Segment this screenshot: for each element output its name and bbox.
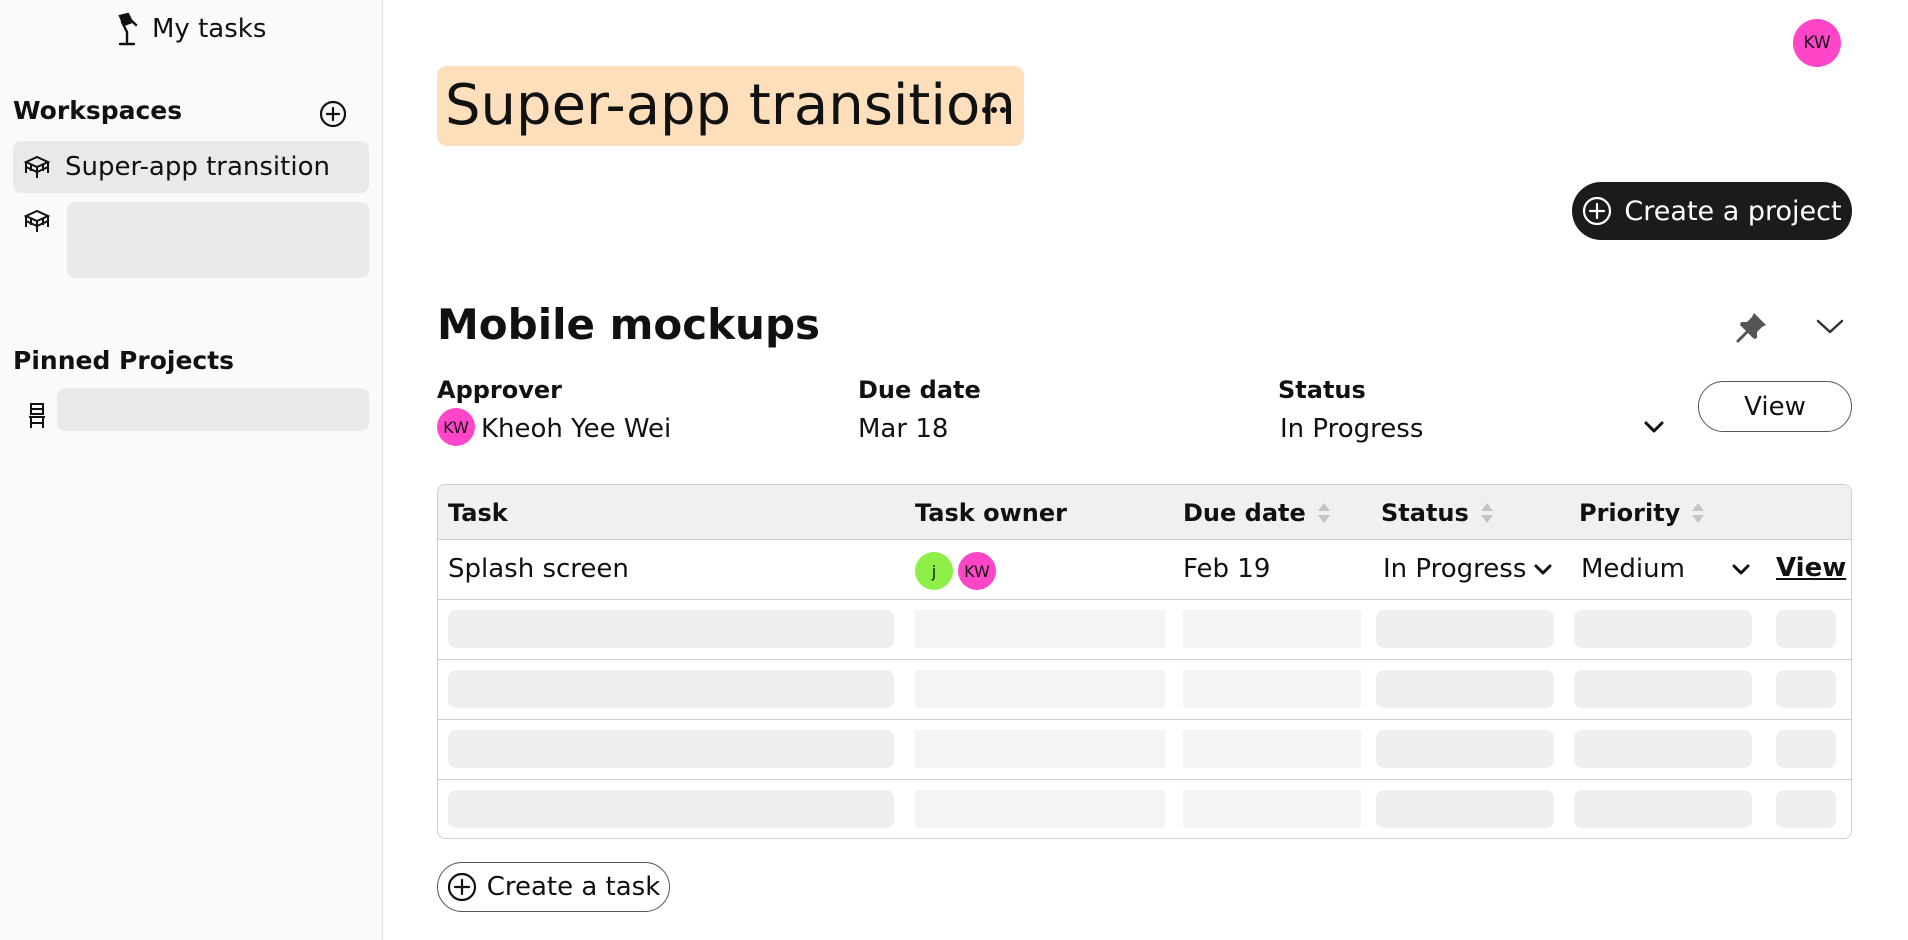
task-name[interactable]: Splash screen bbox=[448, 554, 629, 584]
skeleton-cell bbox=[1183, 610, 1361, 648]
ellipsis-icon[interactable] bbox=[980, 100, 1008, 120]
skeleton-cell bbox=[1183, 730, 1361, 768]
table-row-loading bbox=[438, 780, 1851, 838]
skeleton-cell bbox=[915, 610, 1165, 648]
column-due-date[interactable]: Due date bbox=[1183, 499, 1332, 527]
chevron-down-icon[interactable] bbox=[1814, 314, 1846, 338]
skeleton-cell bbox=[1574, 610, 1752, 648]
sort-icon[interactable] bbox=[1479, 500, 1495, 526]
column-status[interactable]: Status bbox=[1381, 499, 1495, 527]
skeleton-cell bbox=[1574, 730, 1752, 768]
sidebar: My tasks Workspaces Super-app transition… bbox=[0, 0, 383, 940]
plus-circle-icon[interactable] bbox=[319, 100, 347, 128]
skeleton-cell bbox=[915, 790, 1165, 828]
user-avatar[interactable]: KW bbox=[1793, 19, 1841, 67]
skeleton-cell bbox=[1376, 610, 1554, 648]
column-priority[interactable]: Priority bbox=[1579, 499, 1706, 527]
skeleton-cell bbox=[1376, 670, 1554, 708]
owner-avatar: KW bbox=[958, 552, 996, 590]
column-label: Due date bbox=[1183, 499, 1306, 527]
create-project-label: Create a project bbox=[1624, 195, 1842, 227]
sort-icon[interactable] bbox=[1316, 500, 1332, 526]
chair-icon bbox=[29, 403, 45, 428]
column-task-owner: Task owner bbox=[915, 499, 1067, 527]
skeleton-cell bbox=[1376, 790, 1554, 828]
skeleton-cell bbox=[1183, 670, 1361, 708]
skeleton-cell bbox=[448, 730, 894, 768]
skeleton-cell bbox=[448, 670, 894, 708]
skeleton-cell bbox=[1776, 790, 1836, 828]
task-priority-select[interactable]: Medium bbox=[1581, 554, 1685, 584]
view-project-button[interactable]: View bbox=[1698, 381, 1852, 432]
pinned-item-loading bbox=[57, 388, 369, 431]
skeleton-cell bbox=[448, 610, 894, 648]
skeleton-cell bbox=[1183, 790, 1361, 828]
table-row-loading bbox=[438, 720, 1851, 780]
status-label: Status bbox=[1278, 376, 1366, 404]
desk-icon bbox=[23, 209, 51, 232]
table-row-loading bbox=[438, 660, 1851, 720]
task-status-select[interactable]: In Progress bbox=[1383, 554, 1526, 584]
sidebar-item-super-app-transition[interactable]: Super-app transition bbox=[13, 141, 369, 193]
pin-icon[interactable] bbox=[1735, 310, 1769, 344]
sidebar-item-loading bbox=[67, 202, 369, 278]
skeleton-cell bbox=[1776, 610, 1836, 648]
table-header: Task Task owner Due date Status Priority bbox=[438, 485, 1851, 540]
status-select[interactable]: In Progress bbox=[1280, 414, 1423, 444]
approver-avatar: KW bbox=[437, 408, 475, 446]
create-task-button[interactable]: Create a task bbox=[437, 862, 670, 912]
chevron-down-icon[interactable] bbox=[1641, 418, 1667, 436]
table-row-loading bbox=[438, 600, 1851, 660]
skeleton-cell bbox=[1574, 790, 1752, 828]
column-label: Task owner bbox=[915, 499, 1067, 527]
task-table: Task Task owner Due date Status Priority… bbox=[437, 484, 1852, 839]
create-task-label: Create a task bbox=[486, 872, 661, 902]
approver-name: Kheoh Yee Wei bbox=[481, 414, 672, 444]
pinned-projects-heading: Pinned Projects bbox=[13, 346, 235, 375]
skeleton-cell bbox=[1776, 670, 1836, 708]
sort-icon[interactable] bbox=[1690, 500, 1706, 526]
chevron-down-icon[interactable] bbox=[1730, 562, 1752, 578]
column-label: Status bbox=[1381, 499, 1469, 527]
due-date-label: Due date bbox=[858, 376, 981, 404]
project-title: Mobile mockups bbox=[437, 300, 821, 349]
plus-circle-icon bbox=[447, 872, 476, 902]
column-label: Task bbox=[448, 499, 508, 527]
skeleton-cell bbox=[1574, 670, 1752, 708]
column-task: Task bbox=[448, 499, 508, 527]
skeleton-cell bbox=[915, 730, 1165, 768]
desk-lamp-icon bbox=[118, 12, 138, 46]
chevron-down-icon[interactable] bbox=[1532, 562, 1554, 578]
sidebar-item-label: Super-app transition bbox=[65, 152, 330, 182]
desk-icon bbox=[23, 155, 51, 178]
skeleton-cell bbox=[915, 670, 1165, 708]
workspaces-heading: Workspaces bbox=[13, 96, 183, 125]
column-label: Priority bbox=[1579, 499, 1681, 527]
skeleton-cell bbox=[1776, 730, 1836, 768]
view-task-link[interactable]: View bbox=[1776, 553, 1846, 583]
my-tasks-label: My tasks bbox=[152, 14, 267, 44]
due-date-value[interactable]: Mar 18 bbox=[858, 414, 948, 444]
workspace-title: Super-app transition bbox=[437, 66, 1024, 146]
skeleton-cell bbox=[1376, 730, 1554, 768]
skeleton-cell bbox=[448, 790, 894, 828]
approver-label: Approver bbox=[437, 376, 563, 404]
table-row[interactable]: Splash screen j KW Feb 19 In Progress Me… bbox=[438, 540, 1851, 600]
task-due-date[interactable]: Feb 19 bbox=[1183, 554, 1270, 584]
create-project-button[interactable]: Create a project bbox=[1572, 182, 1852, 240]
plus-circle-icon bbox=[1583, 196, 1612, 226]
owner-avatar: j bbox=[915, 552, 953, 590]
my-tasks-link[interactable]: My tasks bbox=[114, 12, 266, 46]
